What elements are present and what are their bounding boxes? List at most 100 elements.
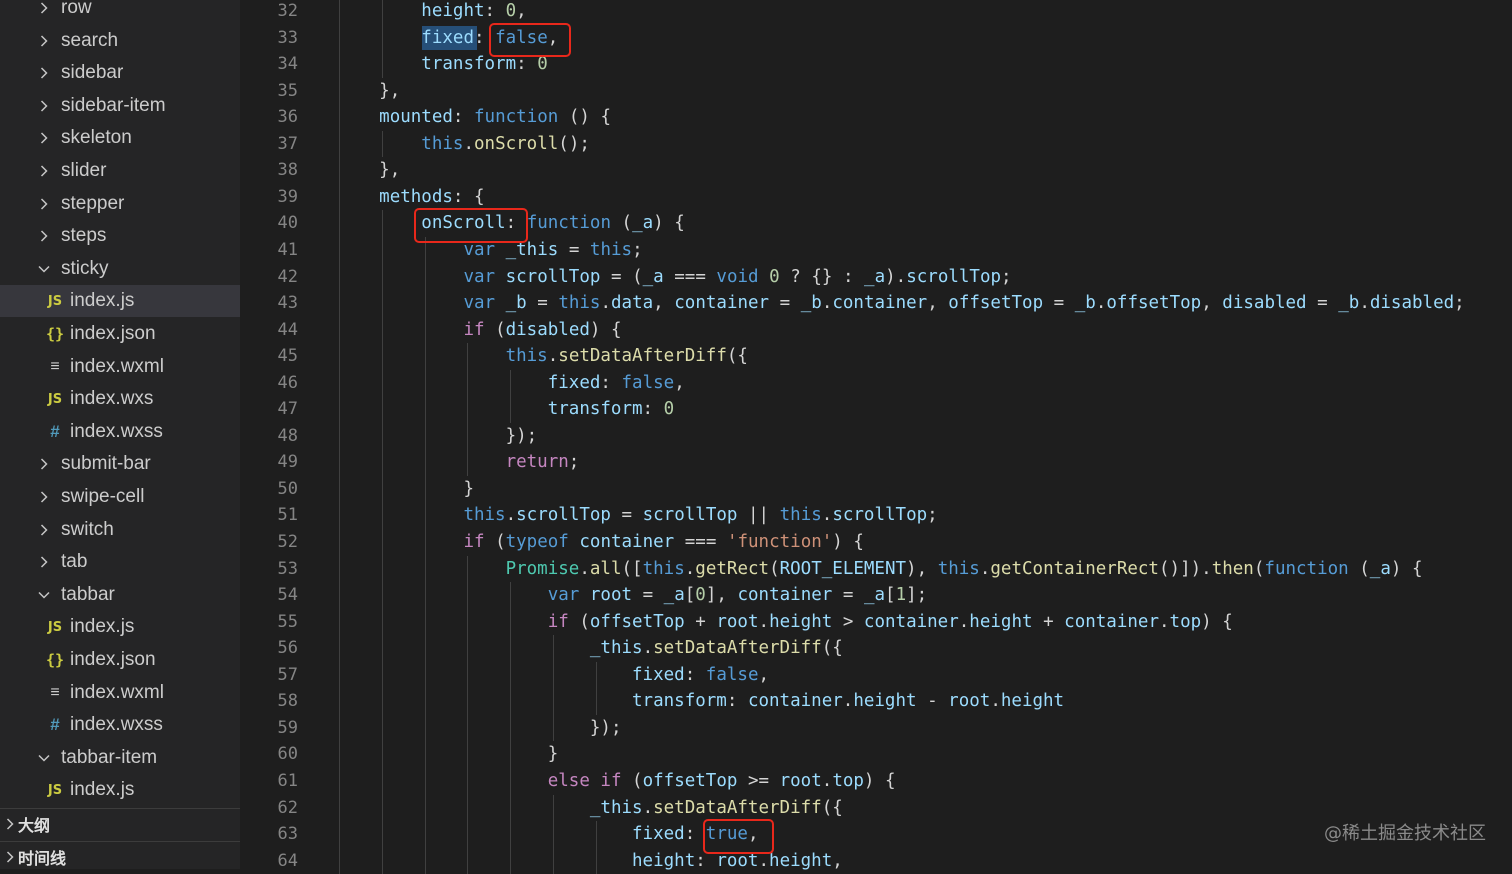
json-file-icon: {} — [44, 651, 66, 669]
file-item[interactable]: #index.wxss — [0, 416, 240, 448]
folder-label: tabbar-item — [61, 747, 157, 769]
code-line[interactable]: methods: { — [337, 184, 485, 210]
chevron-right-icon — [34, 490, 54, 504]
folder-label: submit-bar — [61, 453, 151, 475]
stylesheet-file-icon: # — [44, 715, 66, 735]
code-line[interactable]: fixed: false, — [337, 370, 685, 396]
line-number: 37 — [240, 131, 298, 157]
file-item[interactable]: ≡index.wxml — [0, 677, 240, 709]
file-item[interactable]: {}index.json — [0, 318, 240, 350]
code-line[interactable]: }); — [337, 423, 537, 449]
folder-item[interactable]: slider — [0, 155, 240, 187]
code-line[interactable]: height: 0, — [337, 0, 527, 24]
line-number: 52 — [240, 529, 298, 555]
code-line[interactable]: var _b = this.data, container = _b.conta… — [337, 290, 1465, 316]
chevron-right-icon — [34, 197, 54, 211]
folder-item[interactable]: switch — [0, 514, 240, 546]
line-number: 59 — [240, 715, 298, 741]
timeline-section-header-label: 时间线 — [18, 845, 66, 869]
folder-item[interactable]: submit-bar — [0, 448, 240, 480]
javascript-file-icon: JS — [44, 392, 66, 407]
outline-section-header[interactable]: 大纲 — [0, 808, 240, 839]
folder-item[interactable]: swipe-cell — [0, 481, 240, 513]
outline-section-header-label: 大纲 — [18, 812, 50, 836]
chevron-right-icon — [34, 131, 54, 145]
folder-label: sidebar — [61, 62, 123, 84]
file-item[interactable]: JS index.wxs — [0, 383, 240, 415]
code-line[interactable]: } — [337, 476, 474, 502]
code-line[interactable]: if (typeof container === 'function') { — [337, 529, 864, 555]
code-line[interactable]: var root = _a[0], container = _a[1]; — [337, 582, 927, 608]
code-line[interactable]: transform: 0 — [337, 396, 674, 422]
line-number: 32 — [240, 0, 298, 24]
code-line[interactable]: fixed: true, — [337, 821, 759, 847]
code-line[interactable]: return; — [337, 449, 579, 475]
code-line[interactable]: } — [337, 741, 558, 767]
line-number: 44 — [240, 317, 298, 343]
json-file-icon: {} — [44, 325, 66, 343]
line-number: 49 — [240, 449, 298, 475]
code-line[interactable]: _this.setDataAfterDiff({ — [337, 635, 843, 661]
file-label: index.wxss — [70, 714, 163, 736]
annotation-box — [414, 208, 528, 243]
code-line[interactable]: Promise.all([this.getRect(ROOT_ELEMENT),… — [337, 556, 1423, 582]
line-number: 50 — [240, 476, 298, 502]
chevron-right-icon — [34, 523, 54, 537]
file-item[interactable]: JSindex.js — [0, 611, 240, 643]
file-item[interactable]: JSindex.js — [0, 285, 240, 317]
file-item[interactable]: #index.wxss — [0, 709, 240, 741]
file-label: index.wxml — [70, 682, 164, 704]
file-item[interactable]: JSindex.js — [0, 774, 240, 806]
folder-label: steps — [61, 225, 106, 247]
code-line[interactable]: if (disabled) { — [337, 317, 622, 343]
folder-item[interactable]: stepper — [0, 188, 240, 220]
folder-item[interactable]: row — [0, 0, 240, 24]
annotation-box — [703, 819, 775, 854]
timeline-section-header[interactable]: 时间线 — [0, 841, 240, 869]
code-line[interactable]: mounted: function () { — [337, 104, 611, 130]
code-line[interactable]: }); — [337, 715, 622, 741]
markup-file-icon: ≡ — [44, 358, 66, 376]
line-number: 40 — [240, 210, 298, 236]
code-line[interactable]: }, — [337, 157, 400, 183]
code-line[interactable]: }, — [337, 78, 400, 104]
line-number: 47 — [240, 396, 298, 422]
line-number: 33 — [240, 25, 298, 51]
code-line[interactable]: _this.setDataAfterDiff({ — [337, 795, 843, 821]
watermark: @稀土掘金技术社区 — [1324, 819, 1486, 845]
line-number: 54 — [240, 582, 298, 608]
chevron-right-icon — [34, 229, 54, 243]
line-number: 57 — [240, 662, 298, 688]
folder-item[interactable]: sidebar-item — [0, 90, 240, 122]
line-number: 61 — [240, 768, 298, 794]
javascript-file-icon: JS — [44, 620, 66, 635]
code-line[interactable]: var scrollTop = (_a === void 0 ? {} : _a… — [337, 264, 1012, 290]
chevron-right-icon — [34, 555, 54, 569]
code-line[interactable]: fixed: false, — [337, 662, 769, 688]
code-line[interactable]: this.onScroll(); — [337, 131, 590, 157]
file-label: index.wxs — [70, 388, 153, 410]
code-editor[interactable]: 3233343536373839404142434445464748495051… — [240, 0, 1512, 869]
folder-item[interactable]: search — [0, 25, 240, 57]
chevron-right-icon — [34, 457, 54, 471]
folder-item[interactable]: sidebar — [0, 57, 240, 89]
folder-item[interactable]: steps — [0, 220, 240, 252]
line-number: 48 — [240, 423, 298, 449]
code-line[interactable]: this.scrollTop = scrollTop || this.scrol… — [337, 502, 938, 528]
file-item[interactable]: {}index.json — [0, 644, 240, 676]
code-line[interactable]: if (offsetTop + root.height > container.… — [337, 609, 1233, 635]
file-item[interactable]: ≡index.wxml — [0, 351, 240, 383]
folder-label: search — [61, 30, 118, 52]
chevron-down-icon — [34, 751, 54, 765]
folder-item[interactable]: sticky — [0, 253, 240, 285]
folder-item[interactable]: skeleton — [0, 122, 240, 154]
code-line[interactable]: transform: container.height - root.heigh… — [337, 688, 1064, 714]
code-line[interactable]: else if (offsetTop >= root.top) { — [337, 768, 896, 794]
folder-label: sticky — [61, 258, 109, 280]
folder-item[interactable]: tab — [0, 546, 240, 578]
chevron-down-icon — [34, 262, 54, 276]
folder-item[interactable]: tabbar — [0, 579, 240, 611]
folder-item[interactable]: tabbar-item — [0, 742, 240, 774]
code-line[interactable]: this.setDataAfterDiff({ — [337, 343, 748, 369]
line-number: 53 — [240, 556, 298, 582]
